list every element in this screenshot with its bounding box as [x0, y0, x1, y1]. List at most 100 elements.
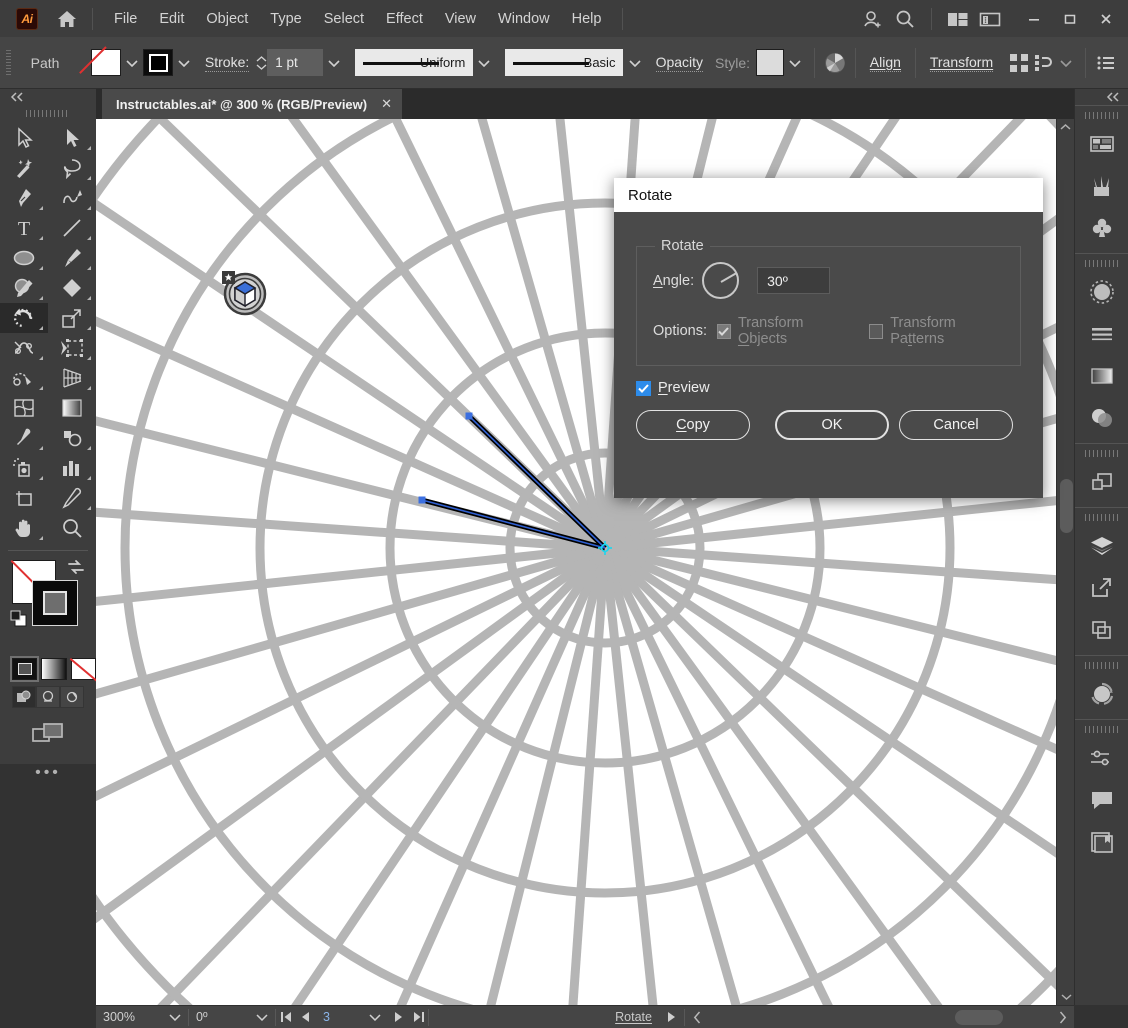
document-tab[interactable]: Instructables.ai* @ 300 % (RGB/Preview) …	[102, 89, 403, 119]
menu-item-effect[interactable]: Effect	[375, 7, 434, 31]
maximize-button[interactable]	[1052, 6, 1088, 32]
hand-tool[interactable]	[0, 513, 48, 543]
status-text[interactable]: Rotate	[429, 1006, 659, 1028]
zoom-tool[interactable]	[48, 513, 96, 543]
perspective-grid-widget[interactable]	[222, 271, 267, 316]
brush-definition-select[interactable]: Basic	[505, 49, 624, 76]
zoom-level-input[interactable]: 300%	[96, 1006, 162, 1028]
home-button[interactable]	[52, 6, 82, 32]
line-segment-tool[interactable]	[48, 213, 96, 243]
symbol-sprayer-tool[interactable]	[0, 453, 48, 483]
scale-tool[interactable]	[48, 303, 96, 333]
toolbar-grip[interactable]	[26, 107, 70, 119]
fill-dropdown-chevron-down-icon[interactable]	[121, 49, 143, 76]
artboard-chevron-down-icon[interactable]	[362, 1006, 388, 1028]
gradient-panel-icon[interactable]	[1075, 355, 1128, 397]
workspace-switcher-icon[interactable]	[974, 4, 1006, 34]
menu-item-help[interactable]: Help	[561, 7, 613, 31]
export-panel-icon[interactable]	[1075, 567, 1128, 609]
scroll-left-icon[interactable]	[687, 1011, 707, 1024]
arrange-objects-icon[interactable]	[1007, 50, 1031, 76]
none-mode-button[interactable]	[70, 658, 96, 680]
change-screen-mode-button[interactable]	[0, 720, 96, 746]
curvature-tool[interactable]	[48, 183, 96, 213]
rotation-input[interactable]: 0º	[189, 1006, 249, 1028]
dock-group-grip[interactable]	[1084, 257, 1119, 269]
recolor-artwork-panel-icon[interactable]	[1075, 673, 1128, 715]
properties-panel-icon[interactable]	[1075, 123, 1128, 165]
paintbrush-tool[interactable]	[48, 243, 96, 273]
angle-input[interactable]: 30º	[757, 267, 831, 294]
horizontal-scrollbar[interactable]	[685, 1006, 1074, 1028]
vertical-scrollbar-thumb[interactable]	[1060, 479, 1073, 533]
lasso-tool[interactable]	[48, 153, 96, 183]
last-artboard-icon[interactable]	[408, 1011, 428, 1023]
pen-tool[interactable]	[0, 183, 48, 213]
menu-item-window[interactable]: Window	[487, 7, 561, 31]
search-icon[interactable]	[889, 4, 921, 34]
stroke-color-swatch[interactable]	[32, 580, 78, 626]
column-graph-tool[interactable]	[48, 453, 96, 483]
rotate-dialog[interactable]: Rotate Rotate Angle: 30º Options: Transf…	[614, 178, 1043, 498]
shape-builder-tool[interactable]	[0, 363, 48, 393]
pathfinder-panel-icon[interactable]	[1075, 461, 1128, 503]
symbols-panel-icon[interactable]	[1075, 207, 1128, 249]
shaper-tool[interactable]	[0, 273, 48, 303]
menu-item-edit[interactable]: Edit	[148, 7, 195, 31]
eraser-tool[interactable]	[48, 273, 96, 303]
scroll-right-icon[interactable]	[1052, 1011, 1072, 1024]
align-to-icon[interactable]	[1031, 50, 1055, 76]
menu-item-object[interactable]: Object	[195, 7, 259, 31]
appearance-panel-icon[interactable]	[1075, 271, 1128, 313]
align-chevron-down-icon[interactable]	[1055, 49, 1077, 76]
layers-panel-icon[interactable]	[1075, 525, 1128, 567]
align-button[interactable]: Align	[869, 54, 901, 72]
draw-inside-button[interactable]	[60, 686, 84, 708]
ellipse-tool[interactable]	[0, 243, 48, 273]
copy-button[interactable]: Copy	[636, 410, 750, 440]
rotate-tool[interactable]	[0, 303, 48, 333]
transparency-panel-icon[interactable]	[1075, 397, 1128, 439]
color-mode-button[interactable]	[9, 656, 40, 682]
stroke-panel-icon[interactable]	[1075, 313, 1128, 355]
gradient-mode-button[interactable]	[41, 658, 67, 680]
libraries-panel-icon[interactable]	[1075, 821, 1128, 863]
next-artboard-icon[interactable]	[388, 1011, 408, 1023]
draw-normal-button[interactable]	[12, 686, 36, 708]
scroll-up-icon[interactable]	[1057, 119, 1074, 135]
control-bar-grip[interactable]	[6, 49, 11, 76]
adjustments-panel-icon[interactable]	[1075, 737, 1128, 779]
stroke-weight-chevron-down-icon[interactable]	[323, 49, 345, 76]
blend-tool[interactable]	[48, 423, 96, 453]
artboard-tool[interactable]	[0, 483, 48, 513]
stroke-dropdown-chevron-down-icon[interactable]	[173, 49, 195, 76]
dock-group-grip[interactable]	[1084, 723, 1119, 735]
panel-options-icon[interactable]	[1094, 50, 1118, 76]
dock-group-grip[interactable]	[1084, 511, 1119, 523]
stroke-swatch-button[interactable]	[143, 49, 173, 76]
style-chevron-down-icon[interactable]	[784, 49, 806, 76]
horizontal-scrollbar-thumb[interactable]	[955, 1009, 1003, 1025]
first-artboard-icon[interactable]	[276, 1011, 296, 1023]
graphic-style-swatch[interactable]	[756, 49, 784, 76]
opacity-label[interactable]: Opacity	[655, 54, 704, 72]
dock-collapse-button[interactable]	[1075, 89, 1128, 105]
preview-checkbox[interactable]	[636, 380, 651, 396]
dock-group-grip[interactable]	[1084, 109, 1119, 121]
menu-item-file[interactable]: File	[103, 7, 148, 31]
stroke-weight-label[interactable]: Stroke:	[204, 54, 250, 72]
menu-item-view[interactable]: View	[434, 7, 487, 31]
close-button[interactable]	[1088, 6, 1124, 32]
magic-wand-tool[interactable]	[0, 153, 48, 183]
transform-button[interactable]: Transform	[929, 54, 994, 72]
brush-chevron-down-icon[interactable]	[623, 49, 645, 76]
gradient-tool[interactable]	[48, 393, 96, 423]
fill-swatch-button[interactable]	[91, 49, 122, 76]
status-play-icon[interactable]	[659, 1006, 684, 1028]
toolbar-collapse-button[interactable]	[0, 89, 96, 105]
free-transform-tool[interactable]	[48, 333, 96, 363]
perspective-grid-tool[interactable]	[48, 363, 96, 393]
width-tool[interactable]	[0, 333, 48, 363]
cancel-button[interactable]: Cancel	[899, 410, 1013, 440]
dock-group-grip[interactable]	[1084, 447, 1119, 459]
